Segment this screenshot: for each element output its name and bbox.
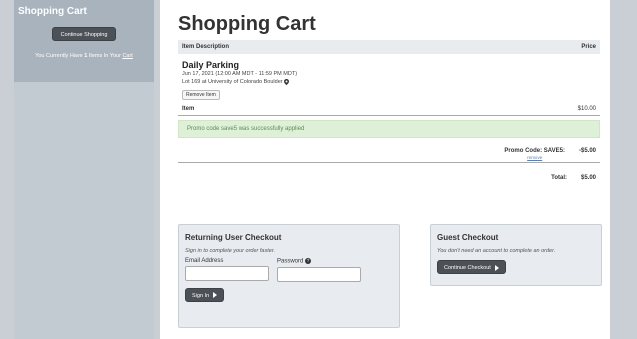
cart-count-text: You Currently Have 1 Items In Your Cart <box>18 53 150 59</box>
sidebar-cart-box: Shopping Cart Continue Shopping You Curr… <box>14 0 154 82</box>
promo-code-cell: Promo Code: SAVE5: remove <box>504 148 565 160</box>
promo-success-alert: Promo code save5 was successfully applie… <box>178 120 600 138</box>
email-field-group: Email Address <box>185 258 269 282</box>
promo-code-label: Promo Code: SAVE5: <box>504 148 565 154</box>
play-arrow-icon <box>494 264 499 271</box>
promo-row: Promo Code: SAVE5: remove -$5.00 <box>178 148 600 160</box>
promo-remove-link[interactable]: remove <box>504 155 565 160</box>
continue-checkout-button[interactable]: Continue Checkout <box>437 260 506 274</box>
sidebar-title: Shopping Cart <box>18 6 87 17</box>
password-label-row: Password ? <box>277 258 361 265</box>
guest-checkout-panel: Guest Checkout You don't need an account… <box>430 224 602 286</box>
email-label: Email Address <box>185 258 224 264</box>
cart-link[interactable]: Cart <box>122 53 132 59</box>
cart-count-prefix: You Currently Have <box>35 53 83 59</box>
question-icon[interactable]: ? <box>305 258 312 264</box>
map-pin-icon[interactable] <box>284 78 290 85</box>
login-fields: Email Address Password ? <box>185 258 393 282</box>
continue-shopping-button[interactable]: Continue Shopping <box>52 27 116 41</box>
item-location: Lot 169 at University of Colorado Boulde… <box>182 79 283 85</box>
total-amount: $5.00 <box>580 175 596 181</box>
item-line-label: Item <box>182 106 195 112</box>
item-date: Jun 17, 2021 (12:00 AM MDT - 11:59 PM MD… <box>182 71 298 77</box>
promo-amount: -$5.00 <box>578 148 596 154</box>
item-name: Daily Parking <box>182 60 240 70</box>
returning-subtitle: Sign in to complete your order faster. <box>185 248 275 254</box>
cart-item: Daily Parking Jun 17, 2021 (12:00 AM MDT… <box>178 54 600 100</box>
total-label: Total: <box>551 175 567 181</box>
guest-title: Guest Checkout <box>437 233 499 242</box>
item-line-row: Item $10.00 <box>178 106 600 116</box>
header-item-description: Item Description <box>182 44 230 50</box>
password-field-group: Password ? <box>277 258 361 282</box>
returning-title: Returning User Checkout <box>185 233 282 242</box>
remove-item-button[interactable]: Remove Item <box>182 90 220 100</box>
item-location-line: Lot 169 at University of Colorado Boulde… <box>182 78 596 86</box>
returning-user-panel: Returning User Checkout Sign in to compl… <box>178 224 400 328</box>
cart-header-row: Item Description Price <box>178 40 600 54</box>
email-field[interactable] <box>185 266 269 281</box>
sign-in-button[interactable]: Sign In <box>185 287 225 302</box>
cart-count-middle: Items In Your <box>88 53 121 59</box>
header-price: Price <box>581 44 596 50</box>
play-arrow-icon <box>213 292 218 299</box>
continue-checkout-label: Continue Checkout <box>444 265 491 271</box>
sidebar: Shopping Cart Continue Shopping You Curr… <box>14 0 154 339</box>
guest-subtitle: You don't need an account to complete an… <box>437 248 556 254</box>
sign-in-label: Sign In <box>192 292 210 299</box>
divider <box>178 162 600 163</box>
page-title: Shopping Cart <box>178 13 316 35</box>
total-row: Total: $5.00 <box>178 175 600 181</box>
password-field[interactable] <box>277 266 361 282</box>
password-label: Password <box>277 258 304 265</box>
item-line-amount: $10.00 <box>577 106 596 112</box>
main-content: Shopping Cart Item Description Price Dai… <box>160 0 610 339</box>
cart-count-number: 1 <box>84 53 88 59</box>
